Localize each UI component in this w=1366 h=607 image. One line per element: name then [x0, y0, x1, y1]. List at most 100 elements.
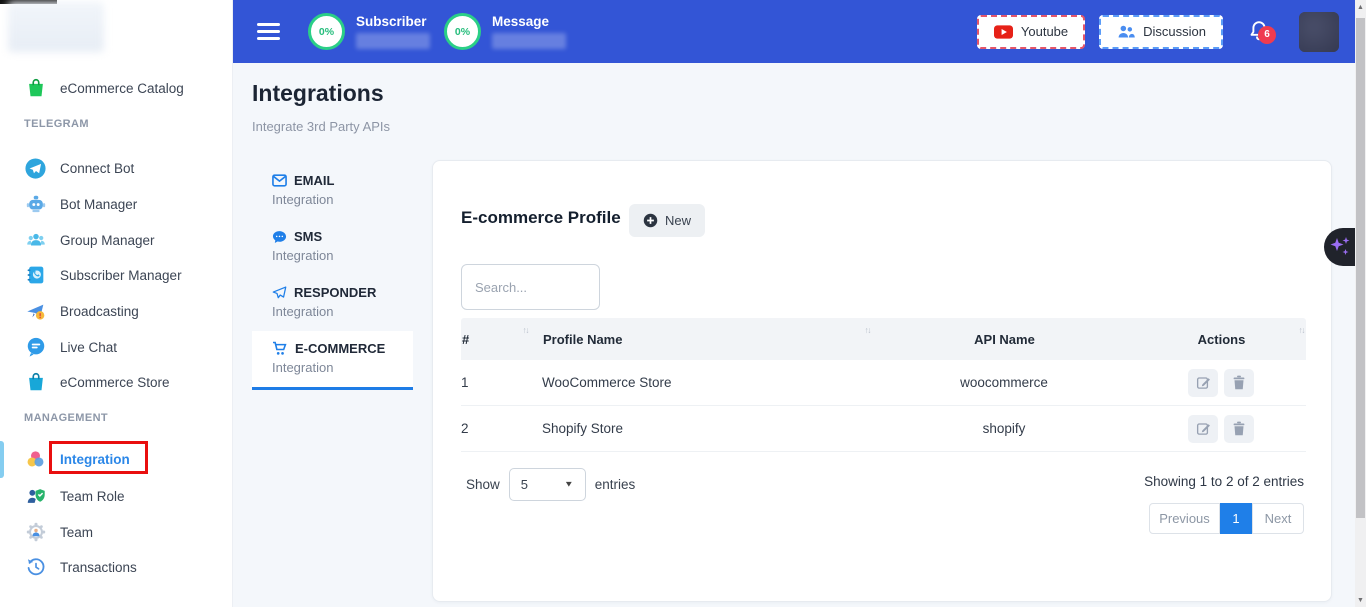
subnav-item-title: SMS — [294, 229, 322, 244]
subnav-item-ecommerce[interactable]: E-COMMERCE Integration — [252, 331, 413, 390]
cart-icon — [272, 341, 288, 356]
sidebar-item-label: Bot Manager — [60, 197, 137, 212]
paper-plane-icon — [272, 286, 287, 300]
sidebar-item-label: Integration — [60, 452, 130, 467]
scroll-down-arrow[interactable]: ▼ — [1355, 593, 1366, 607]
youtube-button[interactable]: Youtube — [977, 15, 1085, 49]
sidebar-item-connect-bot[interactable]: Connect Bot — [0, 152, 233, 184]
delete-button[interactable] — [1224, 415, 1254, 443]
main-content: Integrations Integrate 3rd Party APIs EM… — [233, 63, 1355, 607]
sidebar-item-label: eCommerce Store — [60, 375, 170, 390]
entries-label: entries — [595, 477, 636, 492]
sidebar-item-team-role[interactable]: Team Role — [0, 480, 233, 512]
panel-title: E-commerce Profile — [461, 208, 621, 228]
discussion-button[interactable]: Discussion — [1099, 15, 1223, 49]
sidebar-item-label: Team Role — [60, 489, 125, 504]
show-label: Show — [466, 477, 500, 492]
edit-pencil-icon — [1196, 421, 1211, 436]
plus-circle-icon — [643, 213, 658, 228]
app-window: eCommerce Catalog TELEGRAM Connect Bot B… — [0, 0, 1366, 607]
chevron-down-icon: ▼ — [564, 480, 574, 489]
role-shield-icon — [24, 485, 47, 508]
sidebar-item-team[interactable]: Team — [0, 516, 233, 548]
discussion-users-icon — [1116, 23, 1135, 40]
sms-icon — [272, 230, 287, 244]
page-size-select[interactable]: 5 ▼ — [509, 468, 586, 501]
subnav-item-email[interactable]: EMAIL Integration — [252, 163, 413, 219]
subscriber-progress-ring: 0% — [308, 13, 345, 50]
sidebar-item-bot-manager[interactable]: Bot Manager — [0, 188, 233, 220]
sidebar-item-subscriber-manager[interactable]: Subscriber Manager — [0, 259, 233, 291]
sidebar-item-ecommerce-catalog[interactable]: eCommerce Catalog — [0, 72, 233, 104]
chat-bubble-icon — [24, 336, 47, 359]
app-logo — [8, 2, 104, 52]
notifications-bell[interactable]: 6 — [1247, 19, 1273, 45]
sidebar-section-management: MANAGEMENT — [24, 412, 108, 424]
sidebar-item-label: Connect Bot — [60, 161, 134, 176]
column-header-actions[interactable]: Actions ↑↓ — [1136, 332, 1306, 347]
sidebar-item-label: Team — [60, 525, 93, 540]
table-header-row: # ↑↓ Profile Name ↑↓ API Name Actions ↑↓ — [461, 318, 1306, 360]
next-page-button[interactable]: Next — [1252, 503, 1304, 534]
subnav-item-subtitle: Integration — [272, 304, 413, 319]
shopping-bag-icon — [24, 77, 47, 100]
sidebar-item-live-chat[interactable]: Live Chat — [0, 331, 233, 363]
sort-icon: ↑↓ — [523, 325, 529, 335]
sidebar-item-label: Group Manager — [60, 233, 155, 248]
page-scrollbar[interactable]: ▲ ▼ — [1355, 0, 1366, 607]
contact-book-icon — [24, 264, 47, 287]
profiles-table: # ↑↓ Profile Name ↑↓ API Name Actions ↑↓ — [461, 318, 1306, 452]
page-subtitle: Integrate 3rd Party APIs — [252, 119, 390, 134]
sidebar-section-telegram: TELEGRAM — [24, 118, 89, 130]
row-profile-name: WooCommerce Store — [542, 375, 872, 390]
telegram-icon — [24, 157, 47, 180]
previous-page-button[interactable]: Previous — [1149, 503, 1220, 534]
delete-button[interactable] — [1224, 369, 1254, 397]
row-api-name: shopify — [872, 421, 1136, 436]
sidebar-item-group-manager[interactable]: Group Manager — [0, 224, 233, 256]
sidebar-item-ecommerce-store[interactable]: eCommerce Store — [0, 366, 233, 398]
broadcast-icon — [24, 300, 47, 323]
robot-icon — [24, 193, 47, 216]
search-input[interactable] — [461, 264, 600, 310]
column-header-profile-name[interactable]: Profile Name ↑↓ — [542, 332, 872, 347]
sidebar-item-transactions[interactable]: Transactions — [0, 551, 233, 583]
sort-icon: ↑↓ — [865, 325, 871, 335]
user-avatar[interactable] — [1299, 12, 1339, 52]
history-icon — [24, 556, 47, 579]
sidebar-item-integration[interactable]: Integration — [0, 443, 233, 475]
column-header-num[interactable]: # ↑↓ — [461, 332, 542, 347]
new-profile-button[interactable]: New — [629, 204, 705, 237]
row-num: 1 — [461, 375, 542, 390]
edit-button[interactable] — [1188, 415, 1218, 443]
column-header-api-name[interactable]: API Name — [872, 332, 1136, 347]
subnav-item-sms[interactable]: SMS Integration — [252, 219, 413, 275]
sidebar-item-broadcasting[interactable]: Broadcasting — [0, 295, 233, 327]
sparkles-icon — [1328, 234, 1352, 260]
row-num: 2 — [461, 421, 542, 436]
scroll-up-arrow[interactable]: ▲ — [1355, 0, 1366, 14]
integration-subnav: EMAIL Integration SMS Integration — [252, 163, 413, 390]
ai-assistant-button[interactable] — [1324, 228, 1355, 266]
entries-summary: Showing 1 to 2 of 2 entries — [1144, 474, 1304, 489]
ecommerce-profile-card: E-commerce Profile New # ↑↓ Profile Name… — [432, 160, 1332, 602]
store-bag-icon — [24, 371, 47, 394]
scrollbar-thumb[interactable] — [1356, 18, 1365, 518]
new-button-label: New — [665, 213, 691, 228]
subnav-item-title: E-COMMERCE — [295, 341, 385, 356]
table-row: 2 Shopify Store shopify — [461, 406, 1306, 452]
hamburger-menu-icon[interactable] — [257, 23, 280, 40]
subnav-item-subtitle: Integration — [272, 192, 413, 207]
page-title: Integrations — [252, 80, 384, 107]
edit-pencil-icon — [1196, 375, 1211, 390]
youtube-button-label: Youtube — [1021, 24, 1068, 39]
row-profile-name: Shopify Store — [542, 421, 872, 436]
page-number-button[interactable]: 1 — [1220, 503, 1252, 534]
message-progress-ring: 0% — [444, 13, 481, 50]
sidebar-item-label: Broadcasting — [60, 304, 139, 319]
trash-icon — [1232, 421, 1246, 436]
integration-circles-icon — [24, 448, 47, 471]
notification-count-badge: 6 — [1258, 26, 1276, 44]
edit-button[interactable] — [1188, 369, 1218, 397]
subnav-item-responder[interactable]: RESPONDER Integration — [252, 275, 413, 331]
